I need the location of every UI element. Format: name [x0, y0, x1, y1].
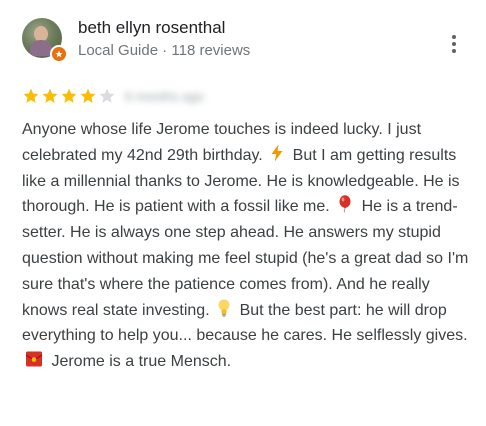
avatar-body: [30, 40, 52, 56]
review-text-segment: He is a trend-setter. He is always one s…: [22, 198, 469, 319]
more-vert-icon: [452, 35, 456, 53]
balloon-icon: [339, 195, 351, 214]
local-guide-badge-icon: [50, 45, 68, 63]
star-filled-icon: [23, 88, 39, 103]
star-filled-icon: [42, 88, 58, 103]
star-empty-icon: [99, 88, 115, 103]
reviewer-meta[interactable]: Local Guide · 118 reviews: [78, 42, 250, 59]
red-envelope-icon: [25, 351, 43, 367]
rating-row: 6 months ago: [22, 86, 204, 106]
reviewer-avatar[interactable]: [22, 18, 68, 63]
lightbulb-icon: [218, 299, 230, 317]
star-filled-icon: [61, 88, 77, 103]
reviewer-name[interactable]: beth ellyn rosenthal: [78, 18, 225, 38]
lightning-icon: [271, 144, 283, 162]
review-card: beth ellyn rosenthal Local Guide · 118 r…: [0, 0, 486, 426]
review-text: Anyone whose life Jerome touches is inde…: [22, 117, 470, 375]
review-text-segment: Jerome is a true Mensch.: [51, 353, 232, 371]
star-filled-icon: [80, 88, 96, 103]
more-options-button[interactable]: [444, 32, 464, 56]
review-date: 6 months ago: [125, 88, 204, 104]
